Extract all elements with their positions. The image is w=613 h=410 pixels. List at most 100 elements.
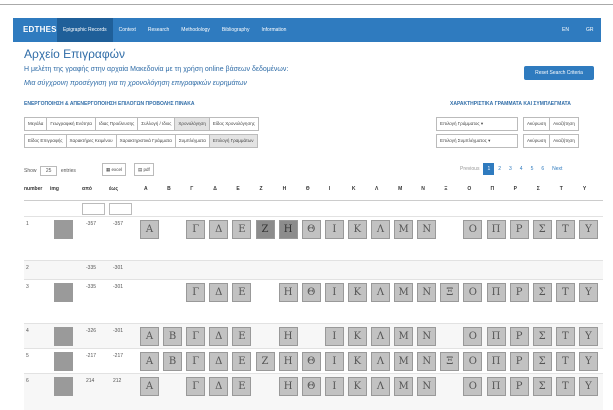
letter-sample-image[interactable]: Ι xyxy=(324,377,344,396)
ligature-select-dropdown[interactable]: Επιλογή Συμπλέγματος ▾ xyxy=(436,134,518,148)
ligature-clear-button[interactable]: Ακύρωση xyxy=(523,134,551,148)
letter-sample-image[interactable]: Ρ xyxy=(509,283,529,302)
column-header-7[interactable]: Δ xyxy=(213,186,217,192)
column-header-10[interactable]: Η xyxy=(283,186,287,192)
letter-sample-image[interactable]: Ρ xyxy=(509,377,529,396)
letter-sample-image[interactable]: Σ xyxy=(532,352,552,371)
pdf-export-button[interactable]: ▤ pdf xyxy=(134,163,154,176)
letter-sample-image[interactable]: Μ xyxy=(394,220,414,239)
lang-gr[interactable]: GR xyxy=(586,18,594,42)
entries-select[interactable]: 25 xyxy=(39,166,58,176)
letter-sample-image[interactable]: Υ xyxy=(578,327,598,346)
column-header-16[interactable]: Ν xyxy=(421,186,425,192)
letter-sample-image[interactable]: Α xyxy=(140,377,159,396)
column-header-18[interactable]: Ο xyxy=(467,186,471,192)
nav-link-1[interactable]: Context xyxy=(113,18,142,42)
column-header-6[interactable]: Γ xyxy=(190,186,193,192)
nav-link-4[interactable]: Bibliography xyxy=(216,18,256,42)
letter-sample-image[interactable]: Π xyxy=(486,377,506,396)
letter-sample-image[interactable]: Τ xyxy=(555,220,575,239)
letter-sample-image[interactable]: Σ xyxy=(532,283,552,302)
column-header-2[interactable]: από xyxy=(82,186,92,192)
pager-page-1[interactable]: 1 xyxy=(483,163,495,175)
letter-sample-image[interactable]: Α xyxy=(140,352,159,371)
column-header-19[interactable]: Π xyxy=(491,186,495,192)
letter-sample-image[interactable]: Δ xyxy=(209,220,229,239)
inscription-thumbnail[interactable] xyxy=(54,220,73,239)
column-toggle-row2-4[interactable]: Επιλογή Γραμμάτων xyxy=(208,134,258,148)
table-row[interactable]: 5 -217 -217 Α Β Γ Δ Ε Ζ Η Θ Ι Κ Λ Μ Ν Ξ Ο Π Ρ Σ Τ Υ xyxy=(24,348,603,374)
letter-sample-image[interactable]: Μ xyxy=(394,352,414,371)
inscription-thumbnail[interactable] xyxy=(54,327,73,346)
letter-sample-image[interactable]: Θ xyxy=(301,283,321,302)
letter-sample-image[interactable]: Δ xyxy=(209,283,229,302)
letter-sample-image[interactable]: Ο xyxy=(463,377,483,396)
column-header-1[interactable]: img xyxy=(50,186,59,192)
letter-sample-image[interactable]: Μ xyxy=(394,377,414,396)
letter-sample-image[interactable]: Κ xyxy=(347,283,367,302)
letter-sample-image[interactable]: Γ xyxy=(186,283,206,302)
letter-sample-image[interactable]: Ι xyxy=(324,283,344,302)
letter-sample-image[interactable]: Λ xyxy=(371,220,390,239)
letter-sample-image[interactable]: Υ xyxy=(578,283,598,302)
column-header-13[interactable]: Κ xyxy=(352,186,356,192)
letter-sample-image[interactable]: Σ xyxy=(532,220,552,239)
column-toggle-row1-2[interactable]: Ιδιας Προέλευσης xyxy=(95,117,139,131)
letter-sample-image[interactable]: Π xyxy=(486,327,506,346)
letter-sample-image[interactable]: Δ xyxy=(209,327,229,346)
table-row[interactable]: 2 -335 -301 xyxy=(24,260,603,280)
column-header-14[interactable]: Λ xyxy=(375,186,378,192)
letter-sample-image[interactable]: Η xyxy=(278,352,298,371)
reset-search-button[interactable]: Reset Search Criteria xyxy=(524,66,594,80)
table-row[interactable]: 6 214 212 Α Γ Δ Ε Η Θ Ι Κ Λ Μ Ν Ο Π Ρ Σ Τ Υ xyxy=(24,373,603,410)
column-header-9[interactable]: Ζ xyxy=(260,186,263,192)
column-toggle-row2-3[interactable]: Συμπλέγματα xyxy=(174,134,210,148)
column-toggle-row2-2[interactable]: Χαρακτηριστικά Γράμματα xyxy=(115,134,176,148)
pager-page-5[interactable]: 5 xyxy=(527,163,538,175)
letter-sample-image[interactable]: Ν xyxy=(417,220,437,239)
column-header-17[interactable]: Ξ xyxy=(444,186,447,192)
letter-sample-image[interactable]: Ρ xyxy=(509,327,529,346)
letter-sample-image[interactable]: Ο xyxy=(463,283,483,302)
letter-sample-image[interactable]: Θ xyxy=(301,377,321,396)
letter-sample-image[interactable]: Θ xyxy=(301,220,321,239)
inscription-thumbnail[interactable] xyxy=(54,352,73,371)
column-header-22[interactable]: Τ xyxy=(560,186,563,192)
pager-page-6[interactable]: 6 xyxy=(537,163,548,175)
letter-sample-image[interactable]: Δ xyxy=(209,352,229,371)
letter-sample-image[interactable]: Ν xyxy=(417,377,437,396)
column-toggle-row2-1[interactable]: Χαρακτήρες Κειμένου xyxy=(65,134,117,148)
letter-sample-image[interactable]: Κ xyxy=(347,352,367,371)
letter-sample-image[interactable]: Α xyxy=(140,220,159,239)
letter-sample-image[interactable]: Π xyxy=(486,220,506,239)
letter-sample-image[interactable]: Τ xyxy=(555,377,575,396)
letter-sample-image[interactable]: Ε xyxy=(232,352,252,371)
letter-sample-image[interactable]: Υ xyxy=(578,220,598,239)
from-filter-input[interactable] xyxy=(82,203,105,215)
column-toggle-row1-3[interactable]: Συλλογή / Ιδιος xyxy=(137,117,176,131)
column-header-20[interactable]: Ρ xyxy=(514,186,517,192)
letter-sample-image[interactable]: Π xyxy=(486,352,506,371)
inscription-thumbnail[interactable] xyxy=(54,283,73,302)
pager-page-4[interactable]: 4 xyxy=(516,163,527,175)
letter-sample-image[interactable]: Γ xyxy=(186,377,206,396)
column-header-12[interactable]: Ι xyxy=(329,186,330,192)
letter-sample-image[interactable]: Θ xyxy=(301,352,321,371)
letter-sample-image[interactable]: Τ xyxy=(555,352,575,371)
letter-sample-image[interactable]: Γ xyxy=(186,220,206,239)
nav-link-0[interactable]: Epigraphic Records xyxy=(57,18,113,42)
letter-sample-image[interactable]: Ν xyxy=(417,283,437,302)
letter-sample-image[interactable]: Β xyxy=(163,327,183,346)
excel-export-button[interactable]: ▦ excel xyxy=(102,163,127,176)
letter-sample-image[interactable]: Α xyxy=(140,327,159,346)
inscription-thumbnail[interactable] xyxy=(54,377,73,396)
letter-sample-image[interactable]: Ξ xyxy=(440,352,460,371)
letter-select-dropdown[interactable]: Επιλογή Γράμματος ▾ xyxy=(436,117,518,131)
letter-sample-image[interactable]: Υ xyxy=(578,377,598,396)
letter-sample-image[interactable]: Π xyxy=(486,283,506,302)
letter-sample-image[interactable]: Δ xyxy=(209,377,229,396)
letter-sample-image[interactable]: Σ xyxy=(532,377,552,396)
column-toggle-row1-0[interactable]: Μεγάλα xyxy=(24,117,48,131)
pager-page-3[interactable]: 3 xyxy=(505,163,516,175)
letter-sample-image[interactable]: Μ xyxy=(394,327,414,346)
